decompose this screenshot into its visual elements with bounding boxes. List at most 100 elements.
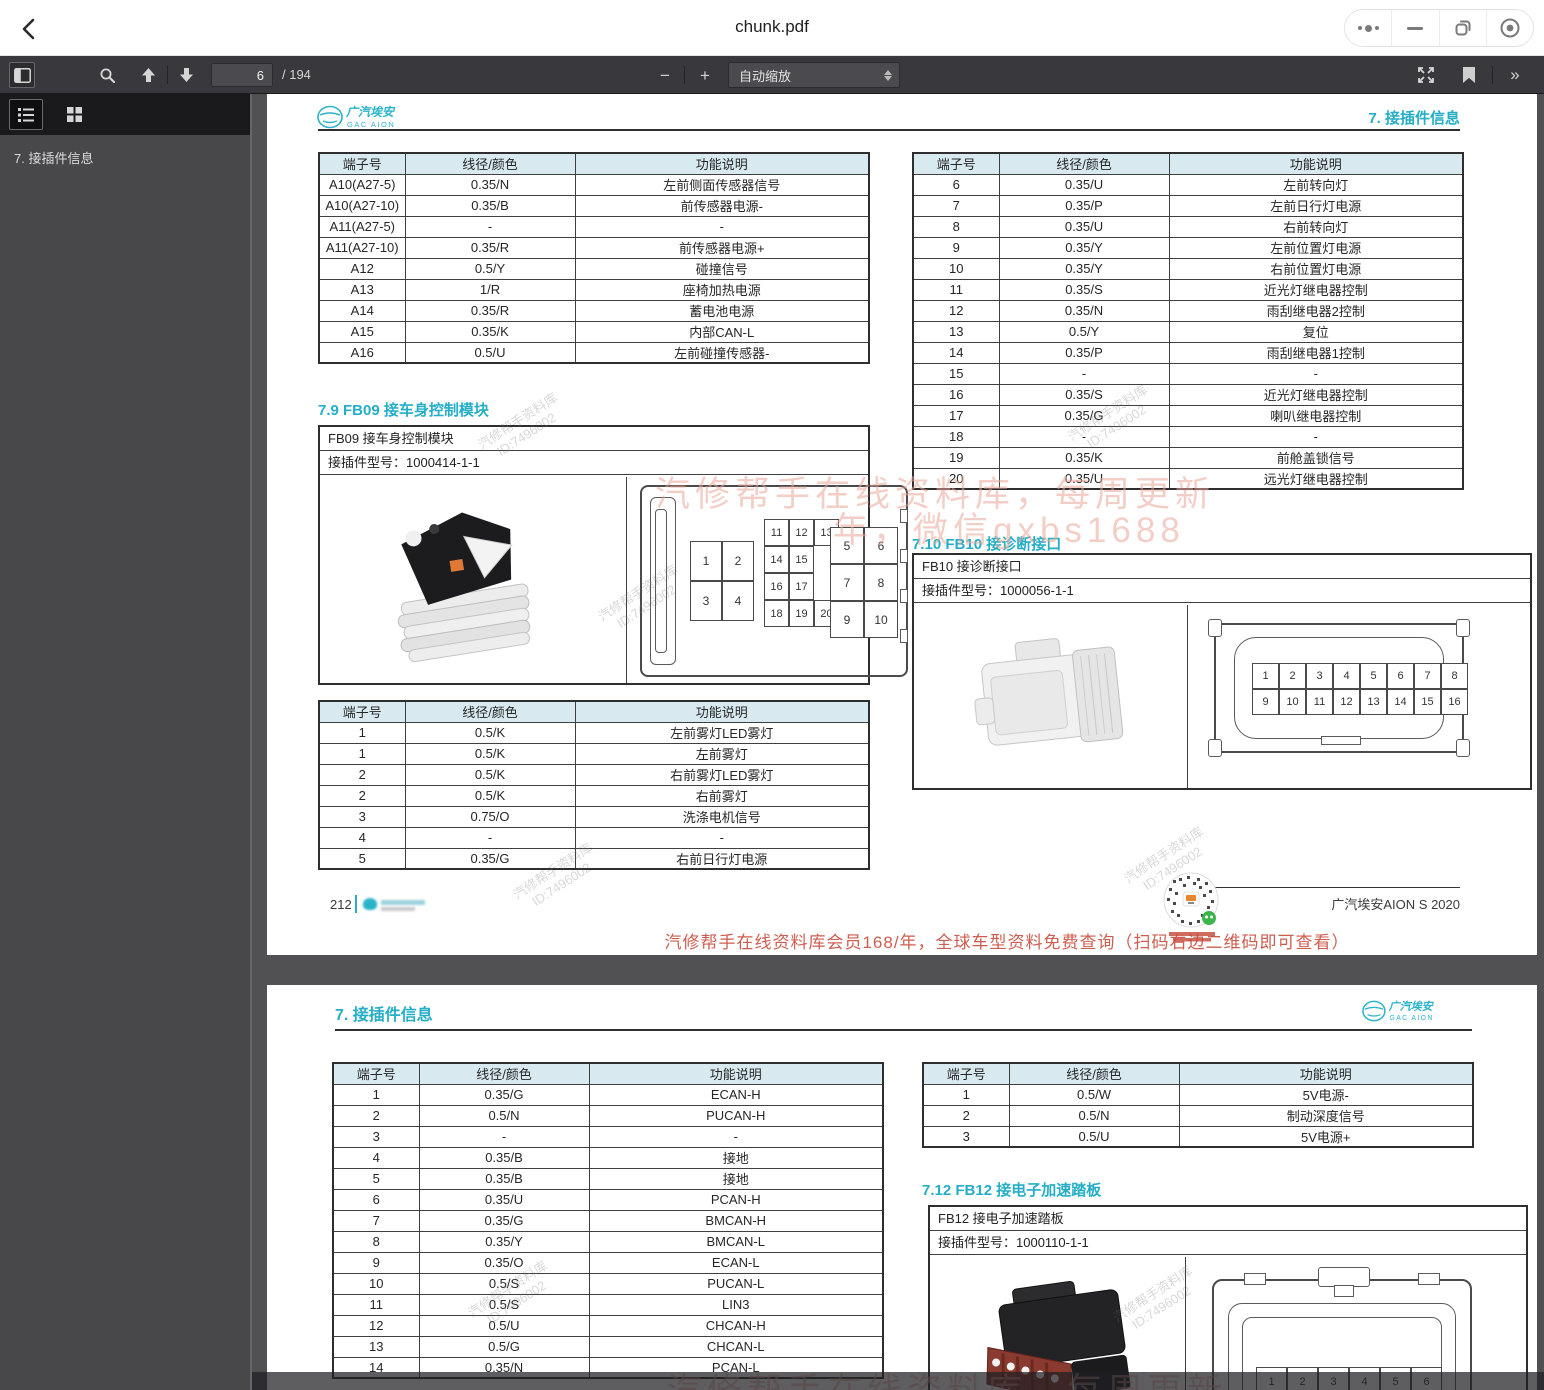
find-button[interactable] bbox=[94, 62, 120, 88]
pin-7: 7 bbox=[830, 564, 864, 601]
toggle-sidebar-button[interactable] bbox=[9, 62, 35, 88]
pin-12: 12 bbox=[789, 519, 814, 546]
table-row: A120.5/Y碰撞信号 bbox=[319, 258, 869, 279]
table-row: 20.5/NPUCAN-H bbox=[333, 1105, 883, 1126]
browser-titlebar: chunk.pdf bbox=[0, 0, 1544, 56]
table-cell: 0.35/P bbox=[999, 195, 1169, 216]
fb09-diagram: 1234 11121314151617181920 5678910 bbox=[640, 485, 908, 677]
table-row: A10(A27-5)0.35/N左前侧面传感器信号 bbox=[319, 174, 869, 195]
table-cell: 0.5/U bbox=[419, 1315, 589, 1336]
outline-view-button[interactable] bbox=[9, 99, 43, 130]
presentation-mode-button[interactable] bbox=[1413, 62, 1439, 88]
pin-17: 17 bbox=[789, 573, 814, 600]
table-cell: 左前侧面传感器信号 bbox=[575, 174, 869, 195]
table-row: A150.35/K内部CAN-L bbox=[319, 321, 869, 342]
table-row: A131/R座椅加热电源 bbox=[319, 279, 869, 300]
table-cell: - bbox=[999, 426, 1169, 447]
column-header: 线径/颜色 bbox=[999, 153, 1169, 174]
fb12-model: 接插件型号：1000110-1-1 bbox=[930, 1231, 1526, 1255]
table-row: A11(A27-10)0.35/R前传感器电源+ bbox=[319, 237, 869, 258]
table-row: 90.35/OECAN-L bbox=[333, 1252, 883, 1273]
table-cell: A15 bbox=[319, 321, 405, 342]
section-7-12-heading: 7.12 FB12 接电子加速踏板 bbox=[922, 1179, 1101, 1200]
table-cell: 5 bbox=[319, 848, 405, 869]
table-cell: 1/R bbox=[405, 279, 575, 300]
fb12-title: FB12 接电子加速踏板 bbox=[930, 1207, 1526, 1231]
toolbar-more-button[interactable]: » bbox=[1502, 62, 1528, 88]
column-header: 功能说明 bbox=[575, 153, 869, 174]
table-cell: 1 bbox=[333, 1084, 419, 1105]
table-cell: 0.5/U bbox=[405, 342, 575, 363]
pin-row: 56 bbox=[830, 527, 898, 564]
table-row: 200.35/U远光灯继电器控制 bbox=[913, 468, 1463, 489]
table-row: 20.5/N制动深度信号 bbox=[923, 1105, 1473, 1126]
pin-5: 5 bbox=[1360, 663, 1387, 689]
table-cell: A13 bbox=[319, 279, 405, 300]
table-row: 10.5/K左前雾灯LED雾灯 bbox=[319, 722, 869, 743]
table-cell: 3 bbox=[923, 1126, 1009, 1147]
zoom-in-button[interactable]: + bbox=[692, 62, 718, 88]
table-cell: - bbox=[1169, 426, 1463, 447]
table-cell: 2 bbox=[333, 1105, 419, 1126]
table-cell: A11(A27-5) bbox=[319, 216, 405, 237]
svg-text:GAC AION: GAC AION bbox=[347, 120, 395, 129]
pin-row: 78 bbox=[830, 564, 898, 601]
column-header: 端子号 bbox=[319, 701, 405, 722]
more-button[interactable] bbox=[1345, 10, 1391, 46]
pdf-viewer-area[interactable]: 广汽埃安 GAC AION 7. 接插件信息 端子号线径/颜色功能说明A10(A… bbox=[252, 94, 1544, 1390]
column-header: 端子号 bbox=[319, 153, 405, 174]
table-row: 30.5/U5V电源+ bbox=[923, 1126, 1473, 1147]
table-cell: - bbox=[999, 363, 1169, 384]
table-cell: 0.5/N bbox=[1009, 1105, 1179, 1126]
table-cell: 4 bbox=[333, 1147, 419, 1168]
fb09-photo bbox=[355, 495, 575, 675]
table-cell: 5 bbox=[333, 1168, 419, 1189]
table-cell: 制动深度信号 bbox=[1179, 1105, 1473, 1126]
minimize-button[interactable] bbox=[1391, 10, 1438, 46]
table-cell: 0.35/N bbox=[999, 300, 1169, 321]
table-cell: 远光灯继电器控制 bbox=[1169, 468, 1463, 489]
connector-table: 端子号线径/颜色功能说明10.5/K左前雾灯LED雾灯10.5/K左前雾灯20.… bbox=[318, 700, 870, 870]
table-cell: 0.35/B bbox=[419, 1168, 589, 1189]
table-cell: 10 bbox=[913, 258, 999, 279]
table-cell: 右前位置灯电源 bbox=[1169, 258, 1463, 279]
outline-item-connector-info[interactable]: 7. 接插件信息 bbox=[10, 145, 240, 170]
table-row: 120.5/UCHCAN-H bbox=[333, 1315, 883, 1336]
table-row: 110.5/SLIN3 bbox=[333, 1294, 883, 1315]
pdf-toolbar: / 194 − + 自动缩放 » bbox=[0, 56, 1544, 94]
zoom-select[interactable]: 自动缩放 bbox=[728, 62, 900, 88]
table-row: 170.35/G喇叭继电器控制 bbox=[913, 405, 1463, 426]
pin-9: 9 bbox=[1252, 689, 1279, 715]
fb09-model: 接插件型号：1000414-1-1 bbox=[320, 451, 868, 475]
table-cell: 0.35/G bbox=[419, 1084, 589, 1105]
page-down-button[interactable] bbox=[173, 62, 199, 88]
table-cell: 0.35/S bbox=[999, 279, 1169, 300]
pin-9: 9 bbox=[830, 601, 864, 638]
table-cell: 15 bbox=[913, 363, 999, 384]
table-cell: 0.75/O bbox=[405, 806, 575, 827]
app-window: chunk.pdf bbox=[0, 0, 1544, 1390]
fb10-pin-grid: 12345678910111213141516 bbox=[1252, 663, 1468, 715]
arrow-down-icon bbox=[179, 67, 194, 83]
table-row: 10.5/K左前雾灯 bbox=[319, 743, 869, 764]
page-number-input[interactable] bbox=[211, 63, 273, 87]
table-fb11-pins: 端子号线径/颜色功能说明10.35/GECAN-H20.5/NPUCAN-H3-… bbox=[332, 1062, 882, 1379]
table-cell: 左前雾灯LED雾灯 bbox=[575, 722, 869, 743]
record-button[interactable] bbox=[1486, 10, 1533, 46]
column-header: 端子号 bbox=[923, 1063, 1009, 1084]
column-header: 功能说明 bbox=[1169, 153, 1463, 174]
fb10-photo bbox=[959, 625, 1149, 775]
pin-1: 1 bbox=[1252, 663, 1279, 689]
restore-button[interactable] bbox=[1439, 10, 1486, 46]
arrow-up-icon bbox=[141, 67, 156, 83]
table-cell: PCAN-H bbox=[589, 1189, 883, 1210]
gac-aion-logo: 广汽埃安 GAC AION bbox=[1362, 997, 1472, 1025]
section-7-10-heading: 7.10 FB10 接诊断接口 bbox=[912, 533, 1061, 554]
table-cell: - bbox=[589, 1126, 883, 1147]
bookmark-button[interactable] bbox=[1456, 62, 1482, 88]
thumbnails-view-button[interactable] bbox=[57, 99, 91, 130]
table-cell: 10 bbox=[333, 1273, 419, 1294]
page-up-button[interactable] bbox=[135, 62, 161, 88]
table-cell: 13 bbox=[333, 1336, 419, 1357]
zoom-out-button[interactable]: − bbox=[652, 62, 678, 88]
